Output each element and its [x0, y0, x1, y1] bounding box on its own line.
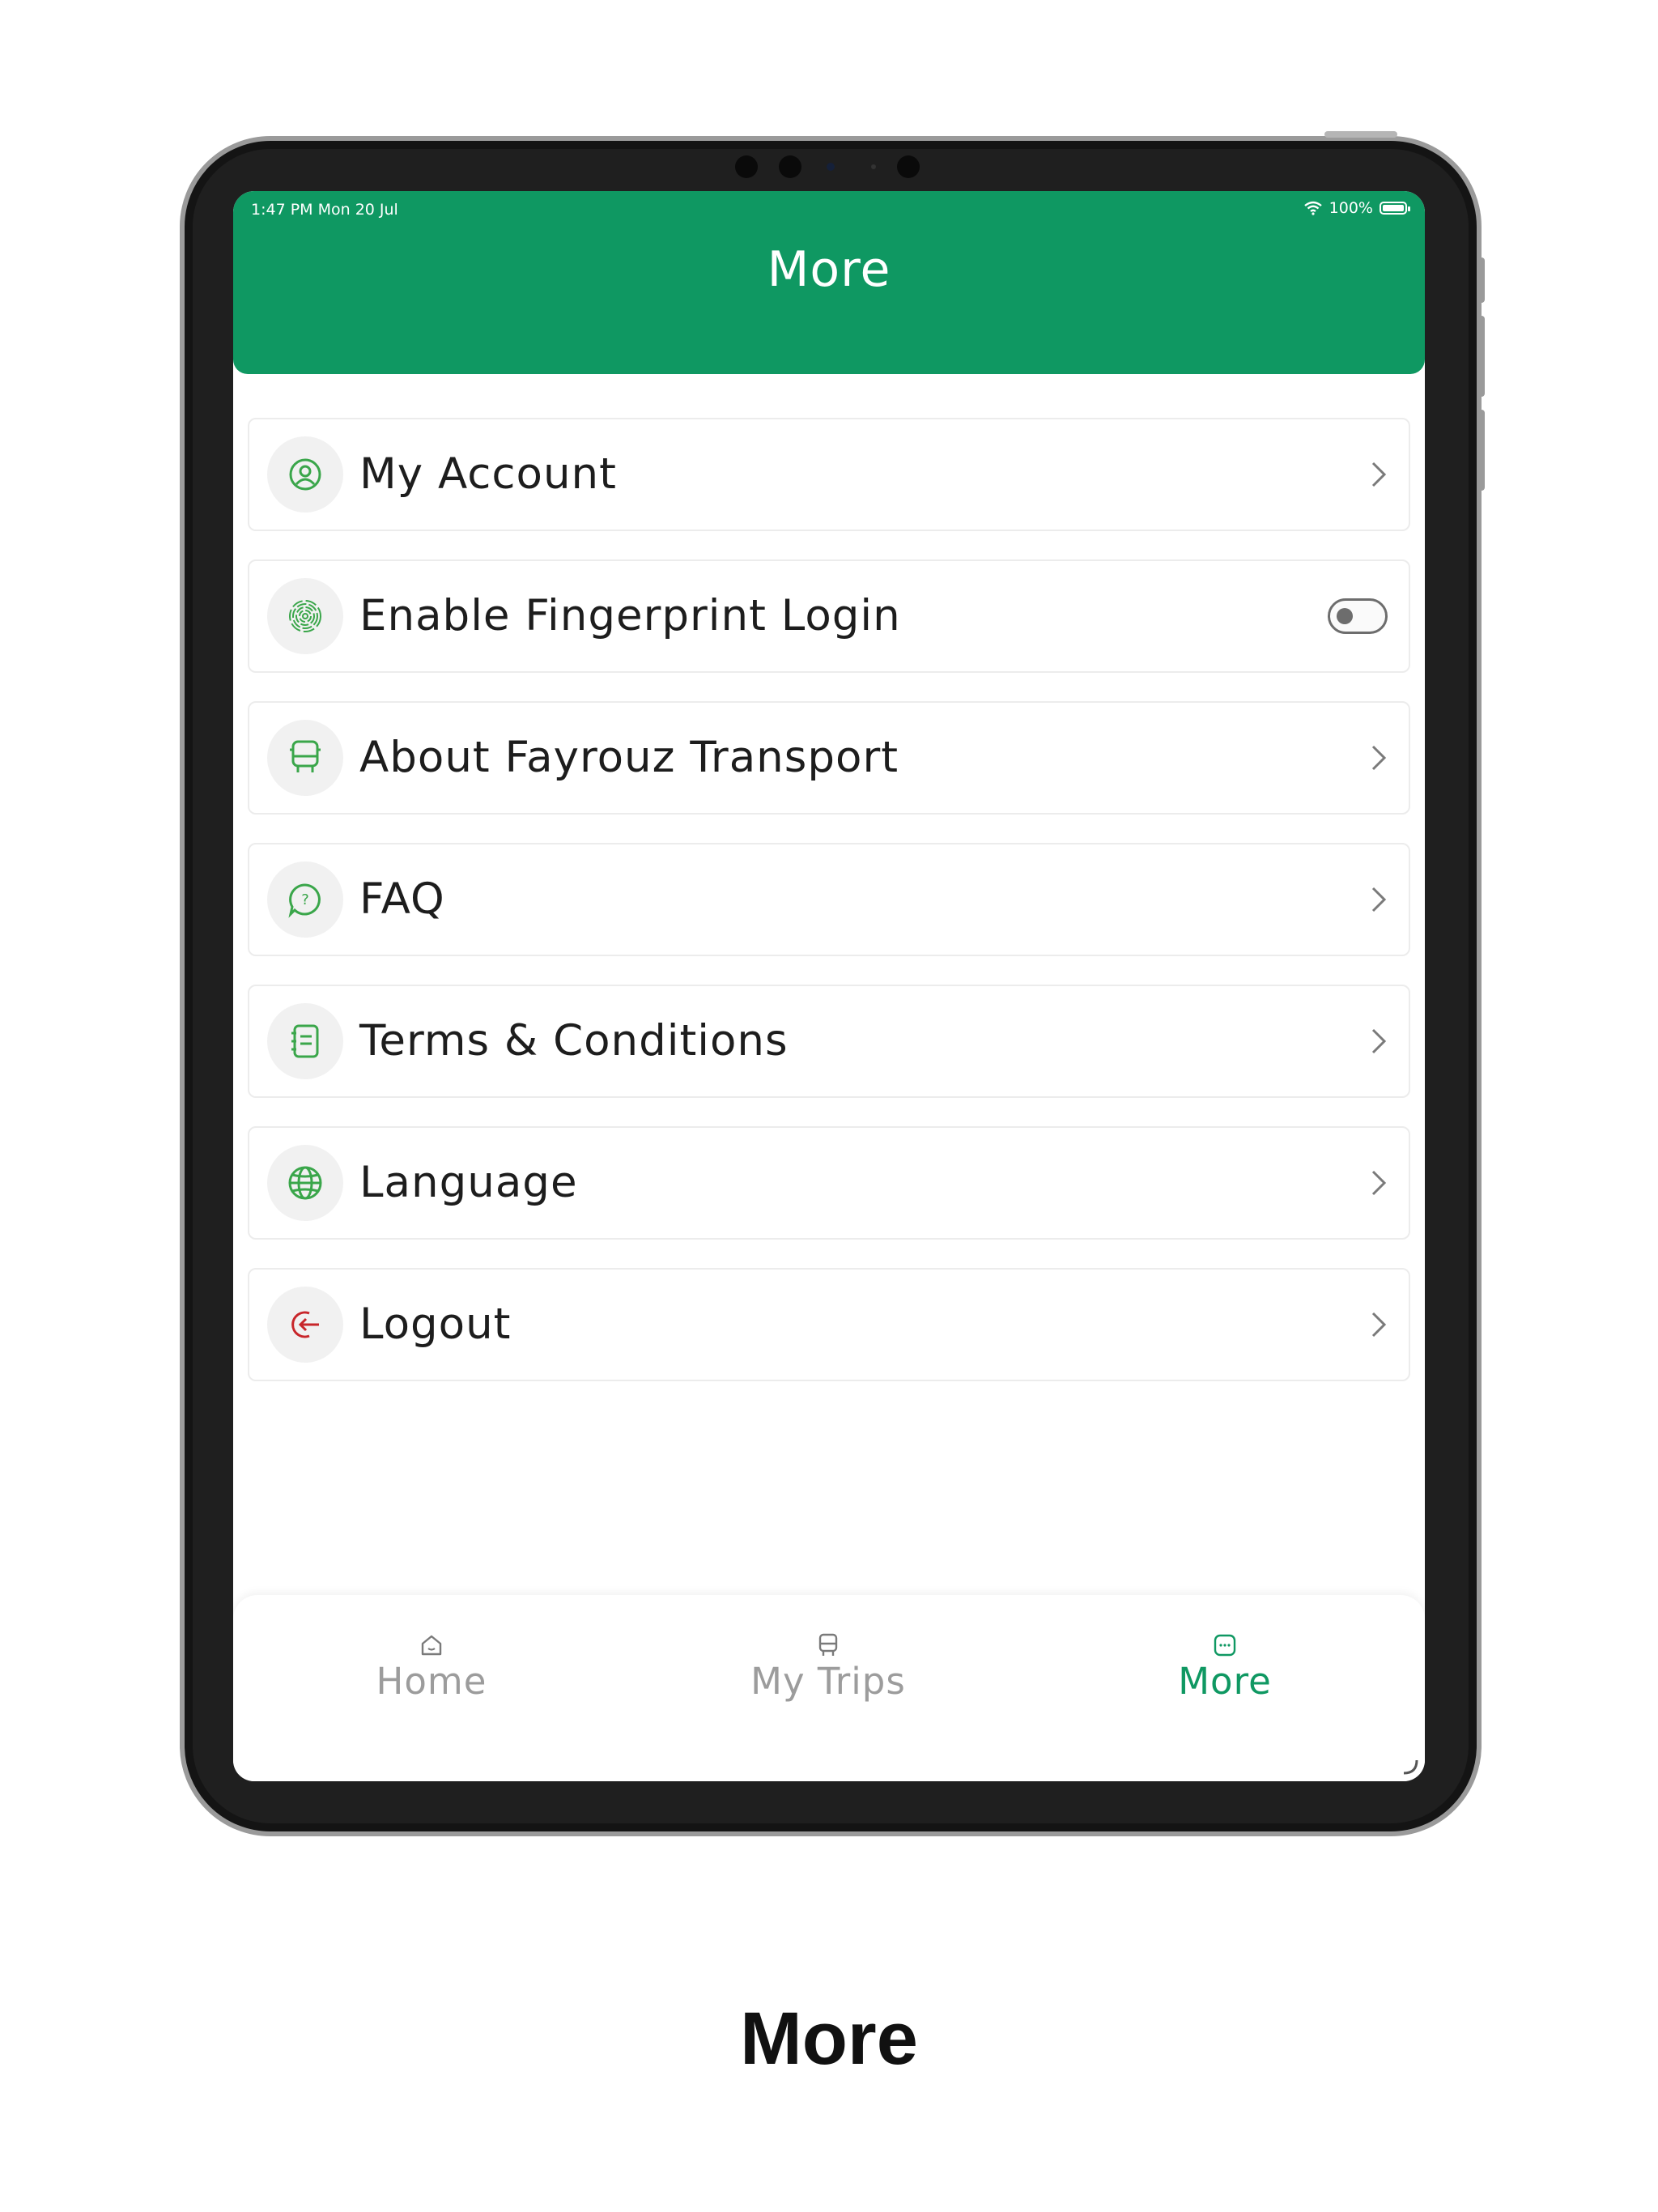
screen-caption: More — [740, 1997, 918, 2080]
volume-up-button — [1478, 316, 1485, 397]
menu-item-logout[interactable]: Logout — [248, 1268, 1410, 1381]
chevron-right-icon — [1371, 1312, 1387, 1338]
tab-bar: Home My Trips More — [233, 1595, 1425, 1781]
menu-item-terms[interactable]: Terms & Conditions — [248, 985, 1410, 1098]
tab-label: My Trips — [750, 1660, 906, 1703]
fingerprint-toggle[interactable] — [1328, 598, 1388, 634]
camera-sensor — [735, 155, 758, 178]
icon-background — [267, 578, 343, 654]
app-screen: 1:47 PM Mon 20 Jul 100% More My Account … — [233, 191, 1425, 1781]
icon-background — [267, 1003, 343, 1079]
chevron-right-icon — [1371, 1028, 1387, 1054]
chevron-right-icon — [1371, 1170, 1387, 1196]
header-bar: 1:47 PM Mon 20 Jul 100% More — [233, 191, 1425, 374]
svg-text:?: ? — [301, 891, 309, 908]
menu-item-faq[interactable]: ? FAQ — [248, 843, 1410, 956]
bus-icon — [290, 740, 321, 772]
menu-item-label: Terms & Conditions — [359, 1016, 789, 1066]
icon-background — [267, 1145, 343, 1221]
menu-item-label: Language — [359, 1158, 578, 1207]
top-button — [1324, 131, 1397, 138]
user-circle-icon — [289, 458, 321, 491]
menu-item-label: About Fayrouz Transport — [359, 733, 899, 782]
status-indicators: 100% — [1303, 199, 1410, 217]
fingerprint-icon — [289, 600, 321, 632]
globe-icon — [288, 1166, 322, 1200]
camera-lens — [827, 163, 835, 171]
tab-label: Home — [376, 1660, 487, 1703]
battery-percent: 100% — [1329, 199, 1373, 217]
icon-background — [267, 720, 343, 796]
tab-label: More — [1178, 1660, 1272, 1703]
home-icon — [421, 1635, 442, 1656]
tab-more[interactable]: More — [1027, 1595, 1423, 1781]
menu-item-language[interactable]: Language — [248, 1126, 1410, 1240]
battery-icon — [1380, 202, 1410, 215]
wifi-icon — [1303, 201, 1322, 215]
icon-background: ? — [267, 861, 343, 938]
tab-home[interactable]: Home — [233, 1595, 630, 1781]
menu-item-my-account[interactable]: My Account — [248, 418, 1410, 531]
menu-list: My Account Enable Fingerprint Login Abou… — [248, 418, 1410, 1410]
resize-corner-icon — [1403, 1759, 1418, 1775]
tab-my-trips[interactable]: My Trips — [630, 1595, 1027, 1781]
bus-icon — [818, 1633, 838, 1656]
menu-item-label: Enable Fingerprint Login — [359, 591, 901, 640]
icon-background — [267, 1287, 343, 1363]
volume-down-button — [1478, 410, 1485, 491]
menu-item-about[interactable]: About Fayrouz Transport — [248, 701, 1410, 815]
menu-item-label: Logout — [359, 1300, 512, 1349]
menu-item-fingerprint-login: Enable Fingerprint Login — [248, 559, 1410, 673]
logout-icon — [291, 1311, 319, 1338]
status-time: 1:47 PM Mon 20 Jul — [251, 201, 398, 219]
question-bubble-icon: ? — [288, 883, 321, 918]
icon-background — [267, 436, 343, 513]
chevron-right-icon — [1371, 745, 1387, 771]
document-icon — [291, 1024, 319, 1058]
menu-item-label: FAQ — [359, 874, 445, 924]
chevron-right-icon — [1371, 887, 1387, 912]
camera-sensor — [779, 155, 801, 178]
page-title: More — [767, 241, 891, 298]
chevron-right-icon — [1371, 462, 1387, 487]
side-button — [1478, 257, 1485, 303]
camera-sensor — [897, 155, 920, 178]
more-icon — [1214, 1634, 1236, 1657]
menu-item-label: My Account — [359, 449, 617, 499]
light-sensor — [871, 164, 876, 169]
